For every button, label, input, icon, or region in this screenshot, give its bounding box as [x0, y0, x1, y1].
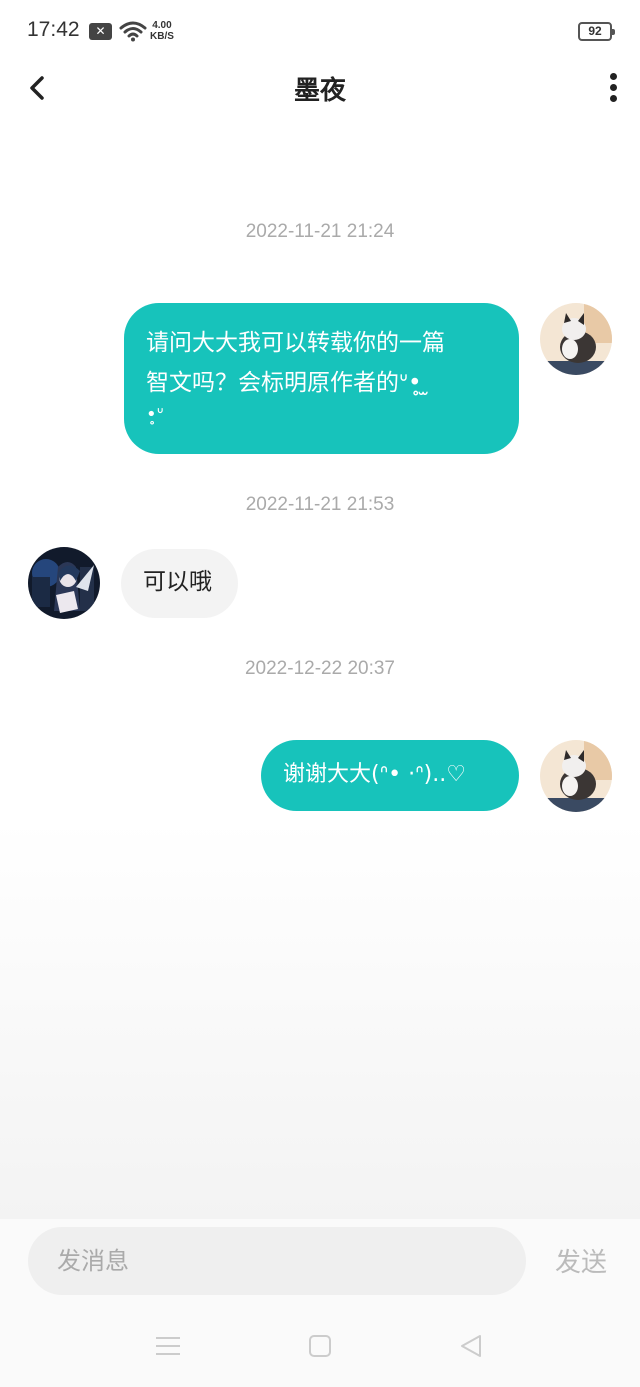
- network-speed: 4.00 KB/S: [150, 20, 174, 42]
- message-line: 请问大大我可以转载你的一篇: [146, 330, 445, 356]
- message-timestamp: 2022-11-21 21:24: [245, 221, 395, 242]
- menu-icon[interactable]: [153, 1330, 183, 1360]
- contact-avatar[interactable]: [28, 547, 100, 619]
- message-timestamp: 2022-11-21 21:53: [245, 494, 395, 515]
- wifi-icon: [119, 21, 147, 42]
- close-box-icon: ✕: [89, 23, 112, 40]
- send-button[interactable]: 发送: [555, 1242, 607, 1279]
- square-home-icon[interactable]: [305, 1330, 335, 1360]
- message-line: 智文吗？会标明原作者的ᐡ•̥ ̫: [146, 370, 429, 396]
- network-speed-value: 4.00: [152, 20, 172, 31]
- battery-level: 92: [588, 24, 602, 38]
- incoming-message-bubble[interactable]: 可以哦: [121, 549, 238, 618]
- my-avatar[interactable]: [540, 303, 612, 375]
- page-title: 墨夜: [293, 76, 346, 106]
- message-line: •̥ᐡ: [146, 404, 164, 425]
- status-time: 17:42: [27, 18, 80, 41]
- message-input[interactable]: [28, 1227, 526, 1295]
- more-vertical-icon[interactable]: [602, 70, 626, 106]
- triangle-back-icon[interactable]: [456, 1330, 486, 1360]
- message-timestamp: 2022-12-22 20:37: [244, 658, 395, 679]
- message-text: 可以哦: [143, 569, 212, 595]
- my-avatar[interactable]: [540, 740, 612, 812]
- status-bar: 17:42 ✕ 4.00 KB/S 92: [0, 0, 640, 64]
- outgoing-message-bubble[interactable]: 谢谢大大(ᐢ• ·ᐢ)..♡: [261, 740, 519, 811]
- message-text: 谢谢大大(ᐢ• ·ᐢ)..♡: [283, 762, 466, 787]
- network-speed-unit: KB/S: [150, 31, 174, 42]
- outgoing-message-bubble[interactable]: 请问大大我可以转载你的一篇 智文吗？会标明原作者的ᐡ•̥ ̫ •̥ᐡ: [124, 303, 519, 454]
- battery-icon: 92: [578, 22, 615, 41]
